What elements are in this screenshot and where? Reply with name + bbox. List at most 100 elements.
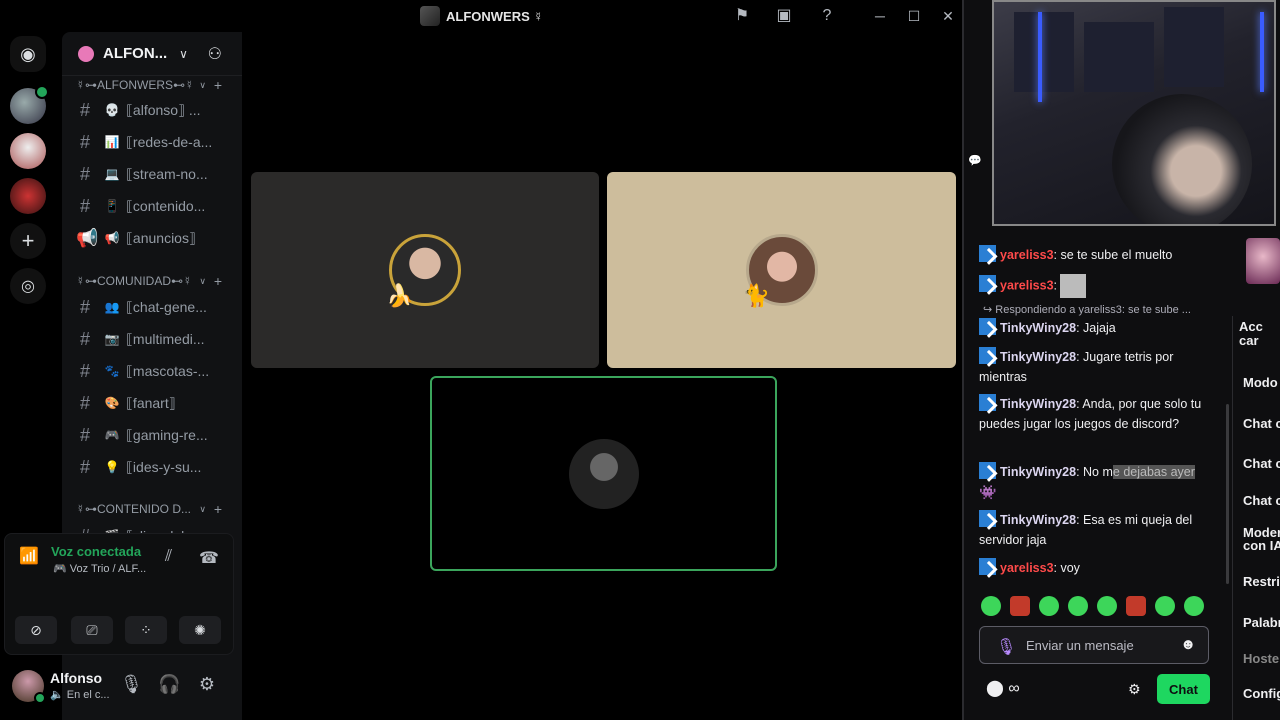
emoji-picker-icon[interactable]: ☻	[1180, 636, 1196, 653]
server-icon-3[interactable]	[10, 178, 46, 214]
emote-icon[interactable]	[981, 596, 1001, 616]
category-header[interactable]: ☿⊶CONTENIDO D... ∨ +	[76, 501, 236, 517]
channel-emoji: 📊	[104, 135, 120, 149]
reply-reference[interactable]: ↪ Respondiendo a yareliss3: se te sube .…	[983, 300, 1215, 320]
mod-item[interactable]: Moder con IA	[1243, 526, 1280, 552]
chat-username[interactable]: TinkyWiny28	[1000, 513, 1076, 527]
camera-off-button[interactable]: ⊘	[15, 616, 57, 644]
mod-item[interactable]: Modo	[1243, 375, 1278, 390]
server-header[interactable]: ALFON... ∨ ⚇	[62, 32, 242, 76]
chat-input[interactable]	[1026, 635, 1176, 655]
mod-item[interactable]: Chat c	[1243, 493, 1280, 508]
voice-channel-name[interactable]: 🎮 Voz Trio / ALF...	[53, 562, 146, 575]
mod-item[interactable]: Palabr	[1243, 615, 1280, 630]
help-icon[interactable]: ?	[817, 6, 837, 26]
headphones-icon[interactable]: 🎧	[158, 674, 180, 695]
emote-icon[interactable]	[1184, 596, 1204, 616]
channel-item[interactable]: # 📱 ⟦contenido...	[76, 194, 226, 218]
chat-username[interactable]: yareliss3	[1000, 278, 1054, 292]
chat-username[interactable]: TinkyWiny28	[1000, 350, 1076, 364]
microphone-icon[interactable]: 🎙	[120, 674, 143, 695]
chevron-down-icon: ∨	[179, 46, 188, 61]
chat-message: yareliss3:	[979, 274, 1219, 298]
maximize-button[interactable]: ☐	[904, 6, 924, 26]
channel-emoji: 💀	[104, 103, 120, 117]
screen-share-button[interactable]: ⎚	[71, 616, 113, 644]
disconnect-icon[interactable]: ☎	[199, 548, 219, 568]
server-icon-2[interactable]	[10, 133, 46, 169]
create-channel-icon[interactable]: +	[214, 273, 222, 289]
cat-decoration-icon: 🐈	[742, 283, 770, 308]
channel-emoji: 🎮	[104, 428, 120, 442]
announcement-channel-item[interactable]: 📢 📢 ⟦anuncios⟧	[76, 226, 226, 250]
chat-username[interactable]: TinkyWiny28	[1000, 465, 1076, 479]
chat-input-box[interactable]: 🎙 ☻	[979, 626, 1209, 664]
close-button[interactable]: ✕	[938, 6, 958, 26]
participant-avatar: 🍌	[386, 234, 461, 308]
channel-item[interactable]: # 🎨 ⟦fanart⟧	[76, 391, 226, 415]
emote-icon[interactable]	[1010, 596, 1030, 616]
signal-icon[interactable]: 📶	[19, 546, 39, 566]
voice-status[interactable]: Voz conectada	[51, 544, 141, 559]
chat-username[interactable]: yareliss3	[1000, 248, 1054, 262]
username[interactable]: Alfonso	[50, 670, 102, 686]
chat-scrollbar[interactable]	[1226, 404, 1229, 584]
discord-home-icon[interactable]: ◉	[10, 36, 46, 72]
channel-item[interactable]: # 📷 ⟦multimedi...	[76, 327, 226, 351]
channel-item[interactable]: # 👥 ⟦chat-gene...	[76, 295, 226, 319]
server-icon-1[interactable]	[10, 85, 49, 124]
sticker-emote	[1060, 274, 1087, 298]
activities-button[interactable]: ⁘	[125, 616, 167, 644]
gear-icon[interactable]: ⚙	[196, 674, 218, 695]
emote-icon[interactable]	[1068, 596, 1088, 616]
emote-icon[interactable]	[1097, 596, 1117, 616]
microphone-icon[interactable]: 🎙	[996, 637, 1016, 657]
channel-emoji: 🎨	[104, 396, 120, 410]
channel-item[interactable]: # 💀 ⟦alfonso⟧ ...	[76, 98, 226, 122]
invite-people-icon[interactable]: ⚇	[208, 44, 222, 64]
voice-participant-tile[interactable]: 🍌	[251, 172, 599, 368]
mod-item[interactable]: Config	[1243, 686, 1280, 701]
mod-item[interactable]: Chat c	[1243, 456, 1280, 471]
channel-points-icon[interactable]: ⬤ ∞	[986, 678, 1020, 698]
category-header[interactable]: ☿⊶ALFONWERS⊷☿ ∨ +	[76, 77, 236, 93]
mod-item[interactable]: Restri	[1243, 574, 1280, 589]
create-channel-icon[interactable]: +	[214, 501, 222, 517]
emote-icon[interactable]	[1155, 596, 1175, 616]
emote-icon[interactable]	[1126, 596, 1146, 616]
category-header[interactable]: ☿⊶COMUNIDAD⊷☿ ∨ +	[76, 273, 236, 289]
channel-item[interactable]: # 💻 ⟦stream-no...	[76, 162, 226, 186]
create-channel-icon[interactable]: +	[214, 77, 222, 93]
channel-item[interactable]: # 🐾 ⟦mascotas-...	[76, 359, 226, 383]
hash-icon: #	[79, 131, 90, 152]
emote-icon[interactable]	[1039, 596, 1059, 616]
noise-suppression-icon[interactable]: ⫽	[165, 548, 172, 566]
voice-participant-tile-speaking[interactable]	[430, 376, 777, 571]
channel-item[interactable]: # 💡 ⟦ides-y-su...	[76, 455, 226, 479]
voice-participant-tile[interactable]: 🐈	[607, 172, 956, 368]
channel-emoji: 📢	[104, 231, 120, 245]
minimize-button[interactable]: ─	[870, 6, 890, 26]
explore-icon[interactable]: ◎	[10, 268, 46, 304]
hash-icon: #	[79, 99, 90, 120]
avatar[interactable]	[12, 670, 46, 704]
flag-icon[interactable]: ⚑	[732, 6, 752, 26]
mod-item[interactable]: Chat c	[1243, 416, 1280, 431]
soundboard-button[interactable]: ✺	[179, 616, 221, 644]
channel-thumbnail[interactable]	[1246, 238, 1280, 284]
chat-send-button[interactable]: Chat	[1157, 674, 1210, 704]
channel-emoji: 💻	[104, 167, 120, 181]
chat-username[interactable]: TinkyWiny28	[1000, 397, 1076, 411]
add-server-icon[interactable]: +	[10, 223, 46, 259]
chevron-down-icon: ∨	[199, 79, 206, 90]
channel-name: ⟦alfonso⟧ ...	[126, 101, 201, 118]
chevron-down-icon: ∨	[199, 275, 206, 286]
channel-item[interactable]: # 📊 ⟦redes-de-a...	[76, 130, 226, 154]
chat-username[interactable]: TinkyWiny28	[1000, 321, 1076, 335]
mod-item[interactable]: Hoste	[1243, 651, 1279, 666]
chat-username[interactable]: yareliss3	[1000, 561, 1054, 575]
inbox-icon[interactable]: ▣	[774, 6, 794, 26]
chat-message: TinkyWiny28: Anda, por que solo tu puede…	[979, 394, 1219, 434]
channel-item[interactable]: # 🎮 ⟦gaming-re...	[76, 423, 226, 447]
gear-icon[interactable]: ⚙	[1128, 681, 1141, 698]
